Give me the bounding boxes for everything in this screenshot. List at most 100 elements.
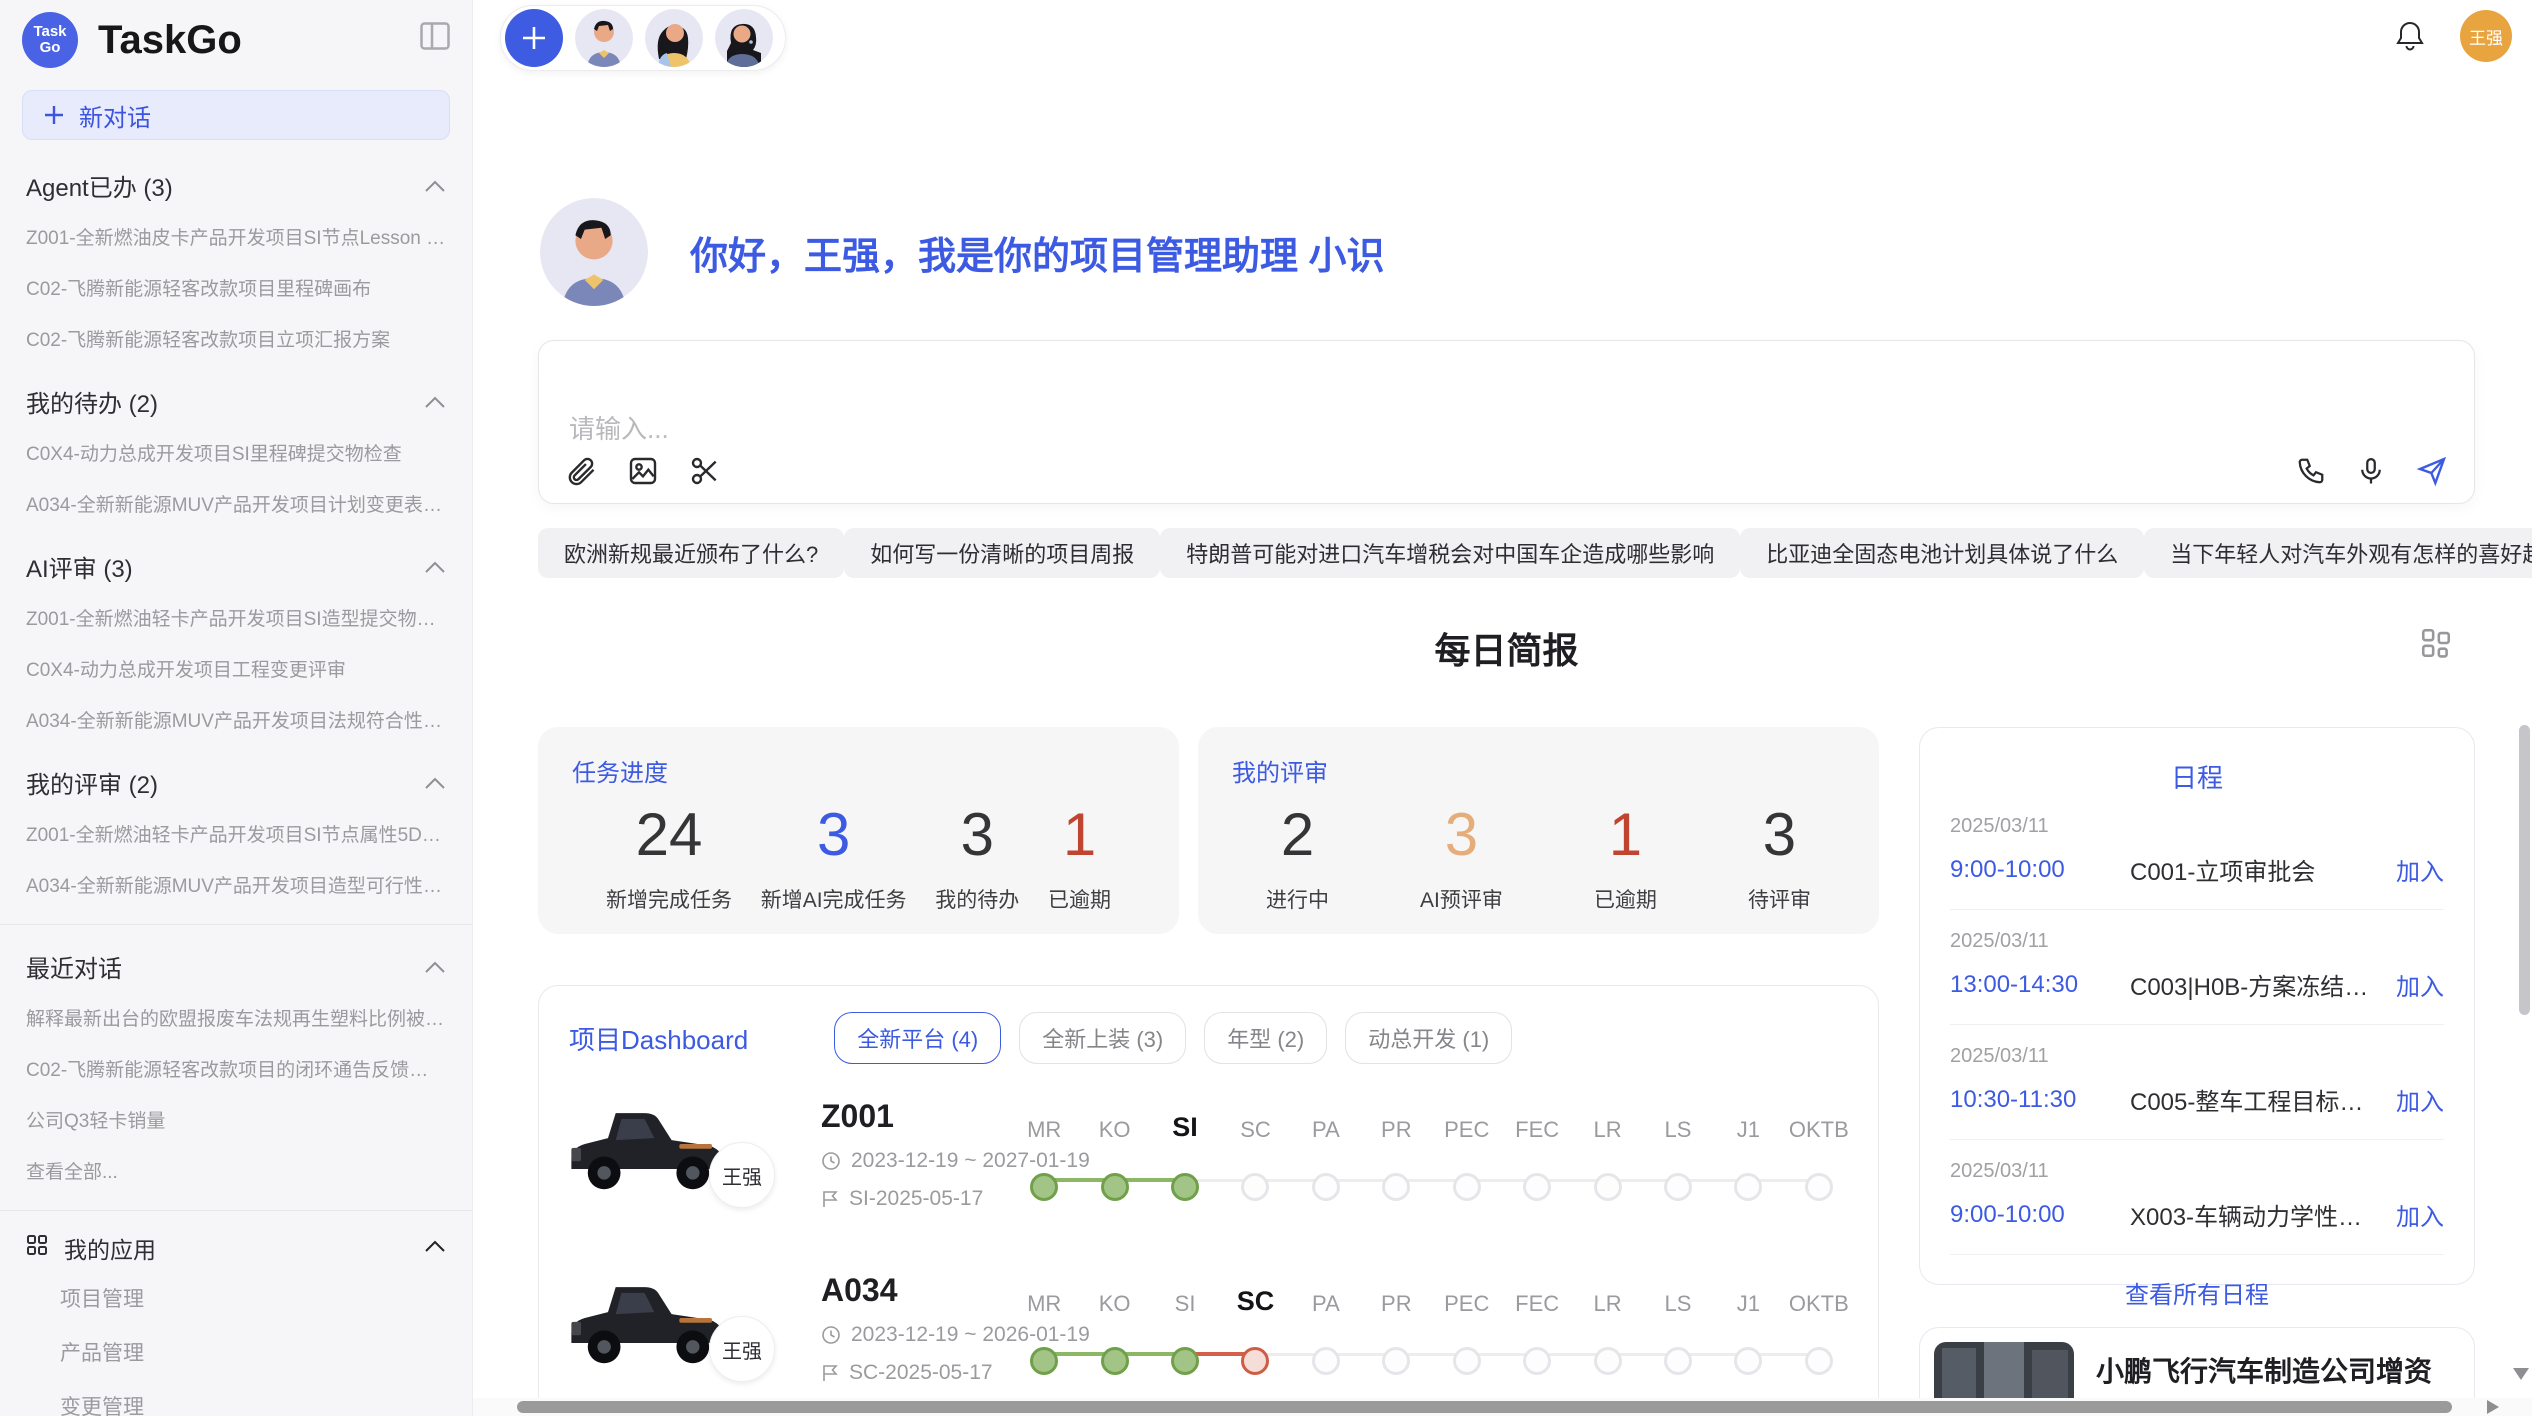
list-item[interactable]: C0X4-动力总成开发项目工程变更评审 (0, 643, 472, 694)
view-all-schedule-link[interactable]: 查看所有日程 (1950, 1275, 2444, 1310)
chevron-up-icon[interactable] (424, 553, 446, 581)
chat-composer[interactable]: 请输入... (538, 340, 2475, 504)
milestone-node-done[interactable] (1101, 1173, 1129, 1201)
chevron-up-icon[interactable] (424, 1239, 446, 1258)
chevron-up-icon[interactable] (424, 388, 446, 416)
milestone-node[interactable] (1734, 1347, 1762, 1375)
send-icon[interactable] (2416, 455, 2448, 487)
assistant-switcher (500, 5, 786, 71)
news-title[interactable]: 小鹏飞行汽车制造公司增资 (2096, 1350, 2460, 1390)
scissors-icon[interactable] (689, 455, 721, 487)
milestone-node[interactable] (1594, 1173, 1622, 1201)
list-item[interactable]: 解释最新出台的欧盟报废车法规再生塑料比例被调至15%... (0, 992, 472, 1043)
attachment-icon[interactable] (565, 455, 597, 487)
list-item[interactable]: Z001-全新燃油皮卡产品开发项目SI节点Lesson Learn报告 (0, 211, 472, 262)
list-item[interactable]: A034-全新新能源MUV产品开发项目法规符合性评审 (0, 694, 472, 745)
horizontal-scrollbar-thumb[interactable] (517, 1401, 2452, 1413)
project-row[interactable]: 王强 Z001 2023-12-19 ~ 2027-01-19 SI-2025-… (539, 1090, 1878, 1248)
list-item[interactable]: Z001-全新燃油轻卡产品开发项目SI节点属性5D文件评审 (0, 808, 472, 859)
milestone-node[interactable] (1664, 1347, 1692, 1375)
image-icon[interactable] (627, 455, 659, 487)
filter-tab[interactable]: 全新上装 (3) (1019, 1012, 1186, 1064)
join-link[interactable]: 加入 (2396, 967, 2444, 1002)
user-avatar[interactable]: 王强 (2460, 10, 2512, 62)
view-all-recent[interactable]: 查看全部... (0, 1145, 472, 1196)
milestone-node[interactable] (1805, 1173, 1833, 1201)
milestone-node-done[interactable] (1101, 1347, 1129, 1375)
section-my-apps[interactable]: 我的应用 (0, 1215, 472, 1271)
milestone-node-done[interactable] (1030, 1347, 1058, 1375)
layout-grid-icon[interactable] (2419, 626, 2453, 665)
section-title: 我的评审 (2) (26, 765, 158, 800)
avatar[interactable] (575, 9, 633, 67)
vertical-scrollbar-thumb[interactable] (2519, 725, 2530, 1015)
milestone-node[interactable] (1453, 1173, 1481, 1201)
phone-call-icon[interactable] (2296, 456, 2326, 486)
milestone-node[interactable] (1241, 1173, 1269, 1201)
avatar[interactable] (715, 9, 773, 67)
suggestion-chip[interactable]: 如何写一份清晰的项目周报 (844, 528, 1160, 578)
schedule-event-title: X003-车辆动力学性能验... (2130, 1197, 2380, 1232)
milestone-node-risk[interactable] (1241, 1347, 1269, 1375)
milestone-node[interactable] (1312, 1347, 1340, 1375)
milestone-node[interactable] (1382, 1347, 1410, 1375)
microphone-icon[interactable] (2356, 456, 2386, 486)
join-link[interactable]: 加入 (2396, 1197, 2444, 1232)
app-title: TaskGo (98, 18, 242, 63)
milestone-node[interactable] (1453, 1347, 1481, 1375)
suggestion-chip[interactable]: 特朗普可能对进口汽车增税会对中国车企造成哪些影响 (1160, 528, 1740, 578)
list-item[interactable]: A034-全新新能源MUV产品开发项目计划变更表编写 (0, 478, 472, 529)
milestone-node-done[interactable] (1171, 1173, 1199, 1201)
add-assistant-button[interactable] (505, 9, 563, 67)
milestone-label: SC (1240, 1117, 1271, 1143)
scroll-down-arrow[interactable] (2513, 1368, 2529, 1380)
suggestion-chip[interactable]: 欧洲新规最近颁布了什么? (538, 528, 844, 578)
list-item[interactable]: C02-飞腾新能源轻客改款项目立项汇报方案 (0, 313, 472, 364)
milestone-label: LS (1665, 1117, 1692, 1143)
chevron-up-icon[interactable] (424, 953, 446, 981)
section-ai-review[interactable]: AI评审 (3) (0, 529, 472, 592)
milestone-node[interactable] (1523, 1347, 1551, 1375)
list-item[interactable]: C0X4-动力总成开发项目SI里程碑提交物检查 (0, 427, 472, 478)
chevron-up-icon[interactable] (424, 172, 446, 200)
stat-my-todo: 3 我的待办 (935, 798, 1019, 914)
app-item-change-mgmt[interactable]: 变更管理 (0, 1379, 472, 1416)
milestone-node[interactable] (1382, 1173, 1410, 1201)
section-agent-done[interactable]: Agent已办 (3) (0, 148, 472, 211)
milestone-node[interactable] (1312, 1173, 1340, 1201)
filter-tab[interactable]: 年型 (2) (1204, 1012, 1327, 1064)
list-item[interactable]: C02-飞腾新能源轻客改款项目里程碑画布 (0, 262, 472, 313)
list-item[interactable]: 公司Q3轻卡销量 (0, 1094, 472, 1145)
suggestion-chip[interactable]: 当下年轻人对汽车外观有怎样的喜好趋势 (2144, 528, 2532, 578)
milestone-node[interactable] (1805, 1347, 1833, 1375)
join-link[interactable]: 加入 (2396, 1082, 2444, 1117)
milestone-node[interactable] (1523, 1173, 1551, 1201)
section-my-review[interactable]: 我的评审 (2) (0, 745, 472, 808)
list-item[interactable]: Z001-全新燃油轻卡产品开发项目SI造型提交物评审 (0, 592, 472, 643)
milestone-node[interactable] (1664, 1173, 1692, 1201)
chevron-up-icon[interactable] (424, 769, 446, 797)
notification-bell-icon[interactable] (2394, 19, 2426, 53)
sidebar-collapse-icon[interactable] (420, 22, 450, 55)
filter-tab[interactable]: 动总开发 (1) (1345, 1012, 1512, 1064)
milestone-node[interactable] (1734, 1173, 1762, 1201)
milestone-node-done[interactable] (1030, 1173, 1058, 1201)
scroll-right-arrow[interactable] (2487, 1400, 2499, 1414)
vehicle-image (565, 1090, 730, 1201)
avatar[interactable] (645, 9, 703, 67)
filter-tab[interactable]: 全新平台 (4) (834, 1012, 1001, 1064)
section-my-todo[interactable]: 我的待办 (2) (0, 364, 472, 427)
list-item[interactable]: A034-全新新能源MUV产品开发项目造型可行性评审 (0, 859, 472, 910)
new-chat-button[interactable]: 新对话 (22, 90, 450, 140)
section-recent-chats[interactable]: 最近对话 (0, 929, 472, 992)
milestone-label: SI (1175, 1291, 1196, 1317)
list-item[interactable]: C02-飞腾新能源轻客改款项目的闭环通告反馈情况 (0, 1043, 472, 1094)
app-item-product-mgmt[interactable]: 产品管理 (0, 1325, 472, 1379)
milestone-node-done[interactable] (1171, 1347, 1199, 1375)
app-item-project-mgmt[interactable]: 项目管理 (0, 1271, 472, 1325)
join-link[interactable]: 加入 (2396, 852, 2444, 887)
suggestion-chip[interactable]: 比亚迪全固态电池计划具体说了什么 (1740, 528, 2144, 578)
milestone-node[interactable] (1594, 1347, 1622, 1375)
project-row[interactable]: 王强 A034 2023-12-19 ~ 2026-01-19 SC-2025-… (539, 1264, 1878, 1416)
schedule-time: 10:30-11:30 (1950, 1086, 2108, 1114)
